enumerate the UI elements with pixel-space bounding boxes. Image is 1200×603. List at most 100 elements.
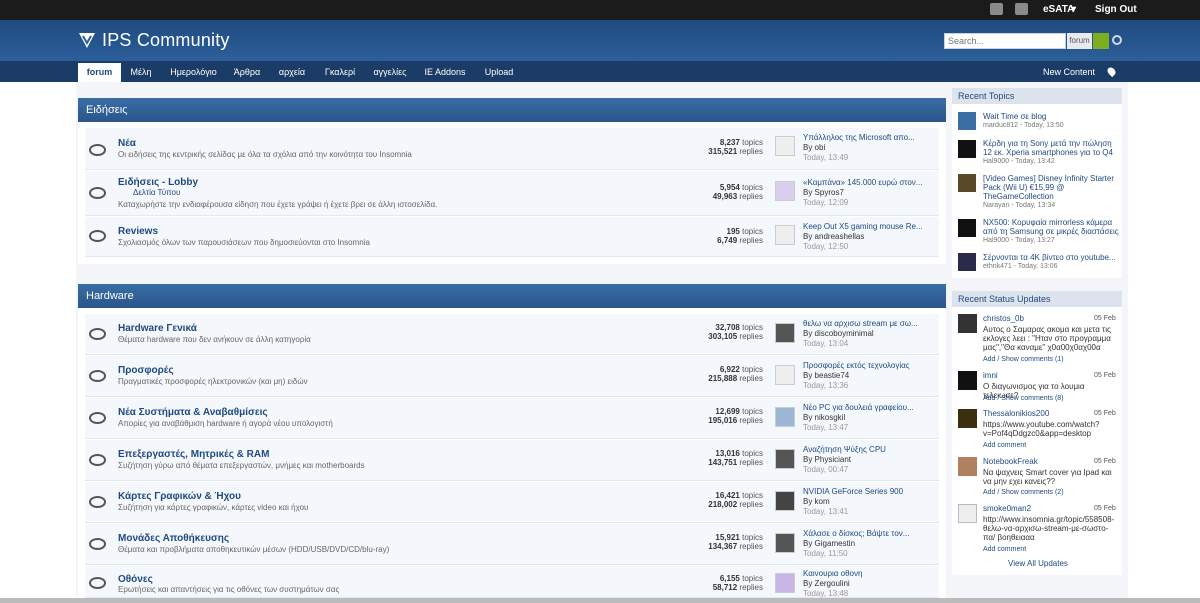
view-all-updates-link[interactable]: View All Updates <box>1008 559 1068 568</box>
category-title[interactable]: Hardware <box>78 284 946 308</box>
status-comments-link[interactable]: Add comment <box>983 442 1026 449</box>
forum-row[interactable]: Μονάδες Αποθήκευσης Θέματα και προβλήματ… <box>85 524 939 565</box>
forum-stats: 12,699 topics 195,016 replies <box>708 407 763 425</box>
forum-title[interactable]: Reviews <box>118 226 158 237</box>
avatar[interactable] <box>775 449 795 469</box>
tab-forum[interactable]: forum <box>78 63 121 82</box>
category-title[interactable]: Ειδήσεις <box>78 98 946 122</box>
avatar[interactable] <box>958 219 976 237</box>
status-updates-title: Recent Status Updates <box>952 291 1122 307</box>
forum-title[interactable]: Οθόνες <box>118 574 153 585</box>
tab-calendar[interactable]: Ημερολόγιο <box>161 63 226 82</box>
forum-row[interactable]: Επεξεργαστές, Μητρικές & RAM Συζήτηση γύ… <box>85 440 939 481</box>
avatar[interactable] <box>775 225 795 245</box>
forum-row[interactable]: Προσφορές Πραγματικές προσφορές ηλεκτρον… <box>85 356 939 397</box>
search-go-icon[interactable] <box>1093 33 1109 49</box>
forum-row[interactable]: Νέα Οι ειδήσεις της κεντρικής σελίδας με… <box>85 128 939 170</box>
forum-title[interactable]: Μονάδες Αποθήκευσης <box>118 533 229 544</box>
forum-row[interactable]: Κάρτες Γραφικών & Ήχου Συζήτηση για κάρτ… <box>85 482 939 523</box>
gear-icon[interactable] <box>1112 35 1122 45</box>
forum-stats: 16,421 topics 218,002 replies <box>708 491 763 509</box>
avatar[interactable] <box>958 314 977 333</box>
avatar[interactable] <box>958 409 977 428</box>
status-comments-link[interactable]: Add comment <box>983 546 1026 553</box>
status-author[interactable]: christos_0b <box>983 314 1024 323</box>
list-item[interactable]: NX500: Κορυφαία mirrorless κάμερα από τη… <box>952 216 1122 248</box>
new-content-link[interactable]: New Content <box>1043 67 1095 77</box>
status-comments-link[interactable]: Add / Show comments (8) <box>983 395 1064 402</box>
avatar[interactable] <box>958 174 976 192</box>
tab-gallery[interactable]: Γκαλερί <box>316 63 364 82</box>
tab-articles[interactable]: Άρθρα <box>226 63 268 82</box>
tab-files[interactable]: αρχεία <box>268 63 316 82</box>
signout-link[interactable]: Sign Out <box>1095 4 1137 15</box>
avatar[interactable] <box>958 112 976 130</box>
avatar[interactable] <box>958 504 977 523</box>
mail-icon[interactable] <box>990 3 1003 15</box>
subforum-link[interactable]: Δελτία Τύπου <box>133 188 180 197</box>
forum-row[interactable]: Ειδήσεις - Lobby Δελτία Τύπου Καταχωρήστ… <box>85 171 939 216</box>
chevron-down-icon[interactable]: ▾ <box>1071 4 1076 15</box>
notifications-icon[interactable] <box>1015 3 1028 15</box>
chat-bubble-icon <box>89 144 106 156</box>
chat-bubble-icon <box>89 187 106 199</box>
chat-bubble-icon <box>89 496 106 508</box>
logo-icon[interactable] <box>78 31 96 49</box>
avatar[interactable] <box>775 491 795 511</box>
status-comments-link[interactable]: Add / Show comments (2) <box>983 489 1064 496</box>
list-item[interactable]: [Video Games] Disney Infinity Starter Pa… <box>952 172 1122 214</box>
status-date: 05 Feb <box>1094 315 1116 322</box>
last-post: Αναζήτηση Ψύξης CPU By Physiciant Today, 0… <box>803 445 886 474</box>
forum-title[interactable]: Προσφορές <box>118 365 174 376</box>
list-item[interactable]: Σέρνονται τα 4K βίντεο στο youtube... eth… <box>952 251 1122 275</box>
status-item: imni 05 Feb Ο διαγωνισμος για το λουμια … <box>952 369 1122 405</box>
forum-title[interactable]: Hardware Γενικά <box>118 323 197 334</box>
forum-row[interactable]: Οθόνες Ερωτήσεις και απαντήσεις για τις … <box>85 566 939 598</box>
avatar[interactable] <box>958 371 977 390</box>
avatar[interactable] <box>775 533 795 553</box>
forum-title[interactable]: Νέα <box>118 138 136 149</box>
avatar[interactable] <box>775 181 795 201</box>
avatar[interactable] <box>775 323 795 343</box>
avatar[interactable] <box>775 573 795 593</box>
forum-title[interactable]: Κάρτες Γραφικών & Ήχου <box>118 491 241 502</box>
tab-classifieds[interactable]: αγγελίες <box>364 63 416 82</box>
last-post: NVIDIA GeForce Series 900 By kom Today, 13… <box>803 487 904 516</box>
status-author[interactable]: smoke0man2 <box>983 504 1031 513</box>
list-item[interactable]: Wait Time σε blog marduc812 - Today, 13:5… <box>952 110 1122 134</box>
status-text: Να ψαχνεις Smart cover για Ipad και να μ… <box>983 468 1112 486</box>
status-author[interactable]: imni <box>983 371 998 380</box>
tab-ie-addons[interactable]: IE Addons <box>416 63 474 82</box>
avatar[interactable] <box>958 140 976 158</box>
brand-name[interactable]: IPS Community <box>102 30 230 51</box>
avatar[interactable] <box>775 407 795 427</box>
status-date: 05 Feb <box>1094 505 1116 512</box>
forum-stats: 32,708 topics 303,105 replies <box>708 323 763 341</box>
forum-title[interactable]: Επεξεργαστές, Μητρικές & RAM <box>118 449 269 460</box>
status-date: 05 Feb <box>1094 372 1116 379</box>
forum-row[interactable]: Reviews Σχολιασμός όλων των παρουσιάσεων… <box>85 217 939 257</box>
avatar[interactable] <box>775 365 795 385</box>
avatar[interactable] <box>958 253 976 271</box>
tab-upload[interactable]: Upload <box>474 63 524 82</box>
forum-row[interactable]: Hardware Γενικά Θέματα hardware που δεν … <box>85 314 939 355</box>
status-comments-link[interactable]: Add / Show comments (1) <box>983 356 1064 363</box>
status-item: Thessalonikios200 05 Feb https://www.you… <box>952 407 1122 453</box>
user-menu[interactable]: eSATA <box>1043 4 1074 15</box>
tab-members[interactable]: Μέλη <box>121 63 161 82</box>
search-scope[interactable]: forum <box>1067 33 1092 49</box>
forum-stats: 8,237 topics 315,521 replies <box>708 138 763 156</box>
list-item[interactable]: Κέρδη για τη Sony μετά την πώληση 12 εκ.… <box>952 137 1122 169</box>
avatar[interactable] <box>958 457 977 476</box>
status-author[interactable]: NotebookFreak <box>983 457 1038 466</box>
status-author[interactable]: Thessalonikios200 <box>983 409 1049 418</box>
chat-bubble-icon <box>89 454 106 466</box>
last-post: Καινουρια οθονη By Zergoulini Today, 13:48 <box>803 569 863 598</box>
status-text: Αυτος ο Σαμαρας ακομα και μετα τις εκλογ… <box>983 325 1111 352</box>
forum-title[interactable]: Ειδήσεις - Lobby <box>118 177 198 188</box>
avatar[interactable] <box>775 136 795 156</box>
search-input[interactable] <box>944 33 1066 49</box>
forum-row[interactable]: Νέα Συστήματα & Αναβαθμίσεις Απορίες για… <box>85 398 939 439</box>
last-post: Νέο PC για δουλειά γραφείου... By nikosgk… <box>803 403 914 432</box>
forum-title[interactable]: Νέα Συστήματα & Αναβαθμίσεις <box>118 407 268 418</box>
